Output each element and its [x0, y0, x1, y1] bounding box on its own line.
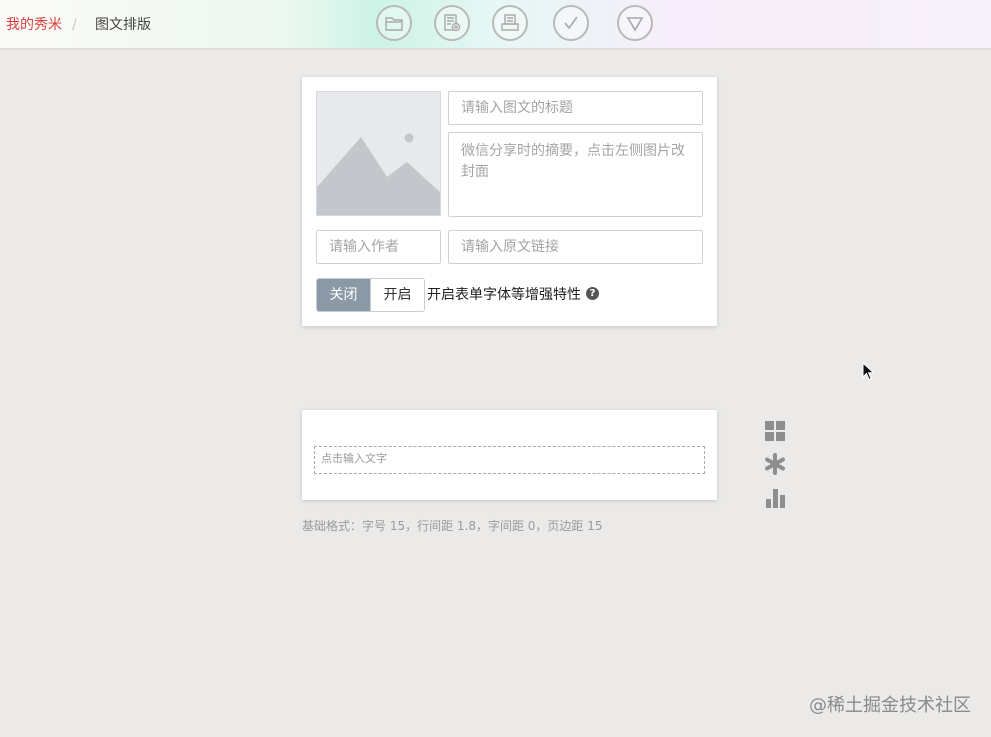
confirm-button[interactable] — [553, 5, 589, 41]
toggle-off-button[interactable]: 关闭 — [317, 279, 370, 311]
toggle-on-button[interactable]: 开启 — [370, 279, 424, 311]
article-meta-card: 关闭 开启 开启表单字体等增强特性 ? — [302, 77, 717, 326]
watermark: @稀土掘金技术社区 — [809, 695, 971, 716]
text-editor-area[interactable]: 点击输入文字 — [314, 446, 705, 474]
grid-icon — [765, 421, 785, 441]
top-bar: 我的秀米 / 图文排版 — [0, 0, 991, 48]
breadcrumb-current: 图文排版 — [95, 17, 151, 33]
dropdown-icon — [626, 17, 644, 32]
folder-icon — [385, 17, 403, 31]
asterisk-icon — [765, 453, 785, 475]
format-info: 基础格式：字号 15，行间距 1.8，字间距 0，页边距 15 — [302, 519, 603, 533]
editor-card: 点击输入文字 — [302, 410, 717, 500]
style-tool-button[interactable] — [764, 453, 786, 475]
image-placeholder-icon — [317, 92, 440, 215]
title-input[interactable] — [448, 91, 703, 125]
author-input[interactable] — [316, 230, 441, 264]
source-link-input[interactable] — [448, 230, 703, 264]
open-folder-button[interactable] — [376, 5, 412, 41]
bar-chart-icon — [766, 489, 785, 508]
cover-image-picker[interactable] — [316, 91, 441, 216]
chart-tool-button[interactable] — [764, 487, 786, 509]
preview-icon — [444, 14, 461, 32]
page: 我的秀米 / 图文排版 请输入图文的标题 微信分享时的摘要，点击左侧图片改封面 … — [0, 0, 991, 737]
more-button[interactable] — [617, 5, 653, 41]
summary-textarea[interactable] — [448, 132, 703, 217]
preview-button[interactable] — [434, 5, 470, 41]
check-icon — [564, 16, 578, 30]
breadcrumb-home-link[interactable]: 我的秀米 — [6, 15, 62, 35]
help-icon[interactable]: ? — [586, 287, 599, 300]
layout-tool-button[interactable] — [764, 420, 786, 442]
save-button[interactable] — [492, 5, 528, 41]
save-icon — [501, 14, 519, 31]
mouse-cursor-icon — [862, 362, 875, 381]
enhance-label: 开启表单字体等增强特性 — [427, 287, 581, 303]
enhance-toggle: 关闭 开启 — [316, 278, 425, 312]
breadcrumb-separator: / — [72, 17, 77, 33]
